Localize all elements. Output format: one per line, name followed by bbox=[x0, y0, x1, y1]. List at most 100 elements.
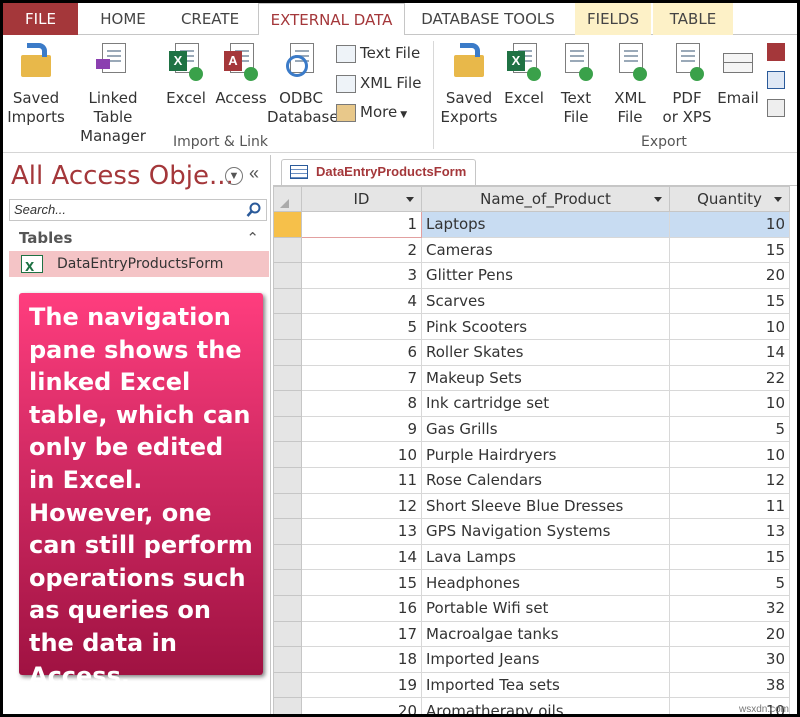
record-selector[interactable] bbox=[273, 236, 302, 264]
record-selector[interactable] bbox=[273, 569, 302, 596]
export-text-file-button[interactable]: Text File bbox=[553, 41, 599, 127]
cell-name-of-product[interactable]: Glitter Pens bbox=[421, 262, 670, 289]
access-export-icon[interactable] bbox=[767, 43, 785, 61]
record-selector[interactable] bbox=[273, 620, 302, 648]
dropdown-arrow-icon[interactable] bbox=[406, 197, 414, 202]
select-all-corner[interactable] bbox=[273, 186, 302, 212]
cell-name-of-product[interactable]: Imported Tea sets bbox=[421, 671, 670, 699]
cell-quantity[interactable]: 15 bbox=[669, 287, 790, 315]
tab-fields[interactable]: FIELDS bbox=[575, 3, 651, 35]
record-selector[interactable] bbox=[273, 697, 302, 714]
table-row[interactable]: 16 Portable Wifi set 32 bbox=[273, 594, 790, 622]
export-pdf-xps-button[interactable]: PDF or XPS bbox=[657, 41, 717, 127]
cell-name-of-product[interactable]: Portable Wifi set bbox=[421, 594, 670, 622]
record-selector[interactable] bbox=[273, 262, 302, 289]
cell-name-of-product[interactable]: Purple Hairdryers bbox=[421, 441, 670, 468]
saved-exports-button[interactable]: Saved Exports bbox=[439, 41, 499, 127]
collapse-pane-icon[interactable]: « bbox=[249, 163, 259, 184]
cell-name-of-product[interactable]: Makeup Sets bbox=[421, 364, 670, 392]
cell-quantity[interactable]: 5 bbox=[669, 415, 790, 443]
cell-name-of-product[interactable]: Pink Scooters bbox=[421, 313, 670, 340]
cell-name-of-product[interactable]: Laptops bbox=[421, 211, 670, 238]
cell-quantity[interactable]: 14 bbox=[669, 338, 790, 366]
cell-quantity[interactable]: 10 bbox=[669, 441, 790, 468]
cell-name-of-product[interactable]: Roller Skates bbox=[421, 338, 670, 366]
record-selector[interactable] bbox=[273, 313, 302, 340]
table-row[interactable]: 20 Aromatherapy oils 10 bbox=[273, 697, 790, 714]
record-selector[interactable] bbox=[273, 441, 302, 468]
linked-table-manager-button[interactable]: Linked Table Manager bbox=[67, 41, 159, 146]
record-selector[interactable] bbox=[273, 364, 302, 392]
record-selector[interactable] bbox=[273, 466, 302, 494]
cell-id[interactable]: 2 bbox=[301, 236, 422, 264]
cell-name-of-product[interactable]: Headphones bbox=[421, 569, 670, 596]
tab-file[interactable]: FILE bbox=[3, 3, 78, 35]
cell-id[interactable]: 18 bbox=[301, 646, 422, 673]
more-button[interactable]: More ▼ bbox=[336, 101, 407, 123]
cell-quantity[interactable]: 15 bbox=[669, 543, 790, 571]
cell-id[interactable]: 16 bbox=[301, 594, 422, 622]
table-row[interactable]: 12 Short Sleeve Blue Dresses 11 bbox=[273, 492, 790, 520]
dropdown-arrow-icon[interactable] bbox=[654, 197, 662, 202]
cell-id[interactable]: 8 bbox=[301, 390, 422, 417]
record-selector[interactable] bbox=[273, 594, 302, 622]
cell-name-of-product[interactable]: Imported Jeans bbox=[421, 646, 670, 673]
cell-name-of-product[interactable]: Scarves bbox=[421, 287, 670, 315]
cell-quantity[interactable]: 5 bbox=[669, 569, 790, 596]
navigation-pane-title[interactable]: All Access Obje... bbox=[11, 161, 234, 191]
record-selector[interactable] bbox=[273, 492, 302, 520]
cell-quantity[interactable]: 32 bbox=[669, 594, 790, 622]
cell-id[interactable]: 5 bbox=[301, 313, 422, 340]
cell-id[interactable]: 10 bbox=[301, 441, 422, 468]
record-selector[interactable] bbox=[273, 671, 302, 699]
tab-database-tools[interactable]: DATABASE TOOLS bbox=[413, 3, 563, 35]
table-row[interactable]: 13 GPS Navigation Systems 13 bbox=[273, 518, 790, 545]
record-selector[interactable] bbox=[273, 211, 302, 238]
cell-id[interactable]: 4 bbox=[301, 287, 422, 315]
cell-id[interactable]: 9 bbox=[301, 415, 422, 443]
table-row[interactable]: 19 Imported Tea sets 38 bbox=[273, 671, 790, 699]
cell-id[interactable]: 12 bbox=[301, 492, 422, 520]
cell-quantity[interactable]: 22 bbox=[669, 364, 790, 392]
export-xml-file-button[interactable]: XML File bbox=[607, 41, 653, 127]
table-row[interactable]: 4 Scarves 15 bbox=[273, 287, 790, 315]
tab-external-data[interactable]: EXTERNAL DATA bbox=[258, 3, 405, 36]
odbc-database-button[interactable]: ODBC Database bbox=[267, 41, 339, 127]
table-row[interactable]: 8 Ink cartridge set 10 bbox=[273, 390, 790, 417]
table-row[interactable]: 2 Cameras 15 bbox=[273, 236, 790, 264]
cell-quantity[interactable]: 10 bbox=[669, 390, 790, 417]
nav-item-dataentryproductsform[interactable]: DataEntryProductsForm bbox=[9, 251, 269, 280]
cell-id[interactable]: 19 bbox=[301, 671, 422, 699]
cell-quantity[interactable]: 30 bbox=[669, 646, 790, 673]
cell-name-of-product[interactable]: GPS Navigation Systems bbox=[421, 518, 670, 545]
cell-id[interactable]: 17 bbox=[301, 620, 422, 648]
table-row[interactable]: 17 Macroalgae tanks 20 bbox=[273, 620, 790, 648]
cell-name-of-product[interactable]: Cameras bbox=[421, 236, 670, 264]
table-row[interactable]: 9 Gas Grills 5 bbox=[273, 415, 790, 443]
table-row[interactable]: 1 Laptops 10 bbox=[273, 211, 790, 238]
text-file-button[interactable]: Text File bbox=[336, 42, 420, 64]
table-row[interactable]: 18 Imported Jeans 30 bbox=[273, 646, 790, 673]
cell-quantity[interactable]: 10 bbox=[669, 211, 790, 238]
cell-id[interactable]: 15 bbox=[301, 569, 422, 596]
word-merge-icon[interactable] bbox=[767, 71, 785, 89]
import-access-button[interactable]: A Access bbox=[213, 41, 269, 108]
search-icon[interactable] bbox=[246, 202, 262, 218]
record-selector[interactable] bbox=[273, 646, 302, 673]
table-row[interactable]: 10 Purple Hairdryers 10 bbox=[273, 441, 790, 468]
cell-id[interactable]: 11 bbox=[301, 466, 422, 494]
cell-id[interactable]: 14 bbox=[301, 543, 422, 571]
record-selector[interactable] bbox=[273, 543, 302, 571]
more-export-icon[interactable] bbox=[767, 99, 785, 117]
cell-quantity[interactable]: 20 bbox=[669, 262, 790, 289]
cell-name-of-product[interactable]: Rose Calendars bbox=[421, 466, 670, 494]
tables-group-header[interactable]: Tables ⌃ bbox=[9, 227, 267, 249]
table-row[interactable]: 15 Headphones 5 bbox=[273, 569, 790, 596]
table-row[interactable]: 3 Glitter Pens 20 bbox=[273, 262, 790, 289]
cell-quantity[interactable]: 10 bbox=[669, 313, 790, 340]
export-excel-button[interactable]: X Excel bbox=[499, 41, 549, 108]
cell-quantity[interactable]: 38 bbox=[669, 671, 790, 699]
table-row[interactable]: 5 Pink Scooters 10 bbox=[273, 313, 790, 340]
table-row[interactable]: 7 Makeup Sets 22 bbox=[273, 364, 790, 392]
record-selector[interactable] bbox=[273, 287, 302, 315]
